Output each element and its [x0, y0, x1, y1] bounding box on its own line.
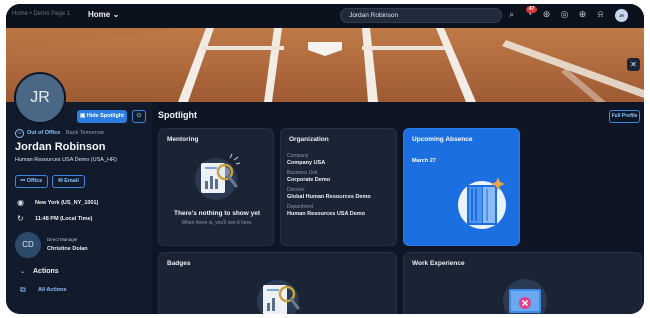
shell-bar: Home • Demo Page 1 Home ⌄ Jordan Robinso… — [6, 4, 644, 28]
profile-avatar: JR — [14, 72, 66, 124]
settings-icon[interactable]: ⊕ — [577, 10, 588, 19]
search-input[interactable]: Jordan Robinson — [340, 8, 502, 23]
empty-state-illustration — [195, 153, 241, 200]
company-value: Company USA — [287, 160, 326, 166]
division-label: Division — [287, 187, 305, 193]
business-unit-label: Business Unit — [287, 170, 318, 176]
status-label: Out of Office — [27, 130, 61, 136]
status-note: Back Tomorrow — [66, 130, 104, 136]
email-button[interactable]: ✉ Email — [52, 175, 85, 188]
joule-icon[interactable]: ⊛ — [541, 10, 552, 19]
home-label: Home — [88, 10, 111, 19]
notification-badge: 47 — [526, 6, 537, 13]
spotlight-icon: ▣ — [79, 113, 86, 119]
manager-name[interactable]: Christine Dolan — [47, 246, 88, 252]
empty-state-subtitle: When there is, you'll see it here. — [181, 220, 253, 226]
person-icon: ⚇ — [136, 113, 142, 119]
bell-icon[interactable]: ⍾ — [595, 10, 606, 19]
external-link-icon: ⧉ — [20, 285, 26, 294]
empty-state-title: There's nothing to show yet — [173, 210, 261, 217]
cover-image: ✕ — [6, 28, 644, 102]
organization-card[interactable]: Organization Company Company USA Busines… — [280, 128, 397, 246]
department-value: Human Resources USA Demo — [287, 211, 366, 217]
manager-label: Direct Manager — [47, 237, 78, 242]
badges-empty-illustration — [257, 280, 300, 314]
hide-spotlight-button[interactable]: ▣ Hide Spotlight — [77, 110, 127, 123]
office-button[interactable]: ⚯ Office — [15, 175, 48, 188]
absence-illustration — [458, 177, 506, 229]
full-profile-button[interactable]: Full Profile — [609, 110, 640, 123]
chevron-down-icon: ⌄ — [112, 10, 120, 19]
profile-name: Jordan Robinson — [15, 141, 106, 153]
absence-title: Upcoming Absence — [412, 136, 473, 143]
badges-title: Badges — [167, 260, 191, 267]
upcoming-absence-card[interactable]: Upcoming Absence March 27 — [403, 128, 520, 246]
location-text: New York (US_NY_1001) — [35, 200, 99, 206]
person-button[interactable]: ⚇ — [132, 110, 146, 123]
division-value: Global Human Resources Demo — [287, 194, 371, 200]
out-of-office-icon: ☺ — [15, 129, 24, 138]
clock-icon: ↻ — [17, 214, 24, 223]
work-experience-illustration — [503, 279, 547, 314]
mentoring-card[interactable]: Mentoring There's nothing to show yet Wh… — [158, 128, 274, 246]
hide-spotlight-label: Hide Spotlight — [86, 113, 124, 119]
manager-avatar[interactable]: CD — [15, 232, 41, 258]
email-icon: ✉ — [58, 178, 63, 184]
actions-header[interactable]: Actions — [33, 268, 59, 275]
spotlight-title: Spotlight — [158, 110, 197, 120]
work-experience-title: Work Experience — [412, 260, 465, 267]
work-experience-card[interactable]: Work Experience — [403, 252, 642, 314]
office-icon: ⚯ — [20, 178, 26, 184]
app-window: Home • Demo Page 1 Home ⌄ Jordan Robinso… — [6, 4, 644, 314]
home-menu[interactable]: Home ⌄ — [88, 10, 119, 19]
absence-date: March 27 — [412, 158, 436, 164]
company-logo[interactable]: Home • Demo Page 1 — [12, 11, 70, 17]
company-label: Company — [287, 153, 309, 159]
profile-org: Human Resources USA Demo (USA_HR) — [15, 157, 117, 163]
help-icon[interactable]: ◎ — [559, 10, 570, 19]
all-actions-link[interactable]: All Actions — [38, 287, 67, 293]
baseball-field-image — [6, 28, 644, 102]
badges-card[interactable]: Badges — [158, 252, 397, 314]
business-unit-value: Corporate Demo — [287, 177, 331, 183]
organization-title: Organization — [289, 136, 329, 143]
office-label: Office — [26, 178, 43, 184]
mentoring-title: Mentoring — [167, 136, 199, 143]
department-label: Department — [287, 204, 314, 210]
user-avatar[interactable]: JR — [615, 9, 628, 22]
local-time-text: 11:48 PM (Local Time) — [35, 216, 93, 222]
search-icon[interactable]: ⌕ — [506, 10, 517, 19]
chevron-down-icon[interactable]: ⌄ — [20, 268, 25, 275]
email-label: Email — [64, 178, 79, 184]
location-icon: ◉ — [17, 198, 24, 207]
close-button[interactable]: ✕ — [627, 58, 640, 71]
